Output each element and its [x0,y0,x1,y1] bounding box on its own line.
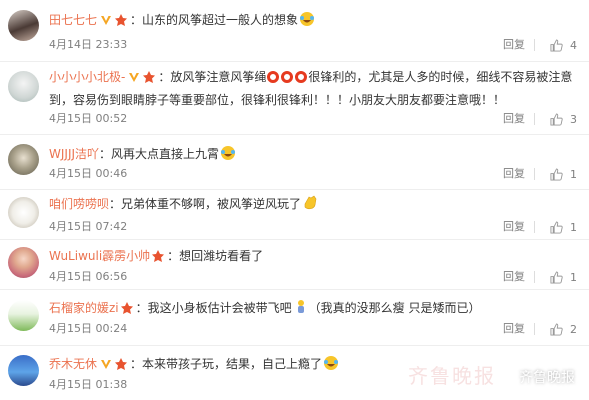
avatar[interactable] [8,247,39,278]
comment-item: 石榴家的媛zi ：我这小身板估计会被带飞吧 （我真的没那么瘦 只是矮而已） 4月15… [0,290,589,346]
thumbs-up-icon [550,112,563,126]
like-count: 1 [570,220,577,234]
laugh-cry-emoji-icon [221,146,236,160]
divider [534,113,535,125]
username[interactable]: WuLiwuli霹雳小帅 [49,249,150,263]
comment-text-continued: （我真的没那么瘦 只是矮而已） [308,301,481,315]
watermark: 齐鲁晚报 [408,364,496,388]
comment-date: 4月15日 00:24 [49,322,128,335]
username[interactable]: WJJJJ洁吖 [49,147,99,161]
laugh-cry-emoji-icon [324,356,339,370]
reply-button[interactable]: 回复 [503,166,525,182]
like-button[interactable]: 2 [550,321,577,337]
red-circle-emoji-icon [295,71,308,83]
fan-medal-icon [143,71,156,83]
thumbs-up-icon [550,322,563,336]
username[interactable]: 田七七七 [49,13,97,27]
comment-item: WJJJJ洁吖：风再大点直接上九霄 4月15日 00:46 回复 1 [0,135,589,190]
comment-date: 4月15日 00:52 [49,112,128,125]
vip-badge-icon [101,360,112,369]
username[interactable]: 小小小小北极- [49,70,125,84]
divider [534,39,535,51]
red-circle-emoji-icon [281,71,294,83]
reply-button[interactable]: 回复 [503,269,525,285]
comment-list: 田七七七 ：山东的风筝超过一般人的想象 4月14日 23:33 回复 4 小小小小… [0,0,589,400]
comment-text: 放风筝注意风筝绳 [170,70,267,84]
thumbs-up-icon [550,220,563,234]
wechat-icon [496,370,514,384]
like-button[interactable]: 4 [550,37,577,53]
comment-text: 兄弟体重不够啊，被风筝逆风玩了 [121,197,302,211]
clap-emoji-icon [304,195,317,210]
comment-item: 小小小小北极- ：放风筝注意风筝绳 很锋利的，尤其是人多的时候，细线不容易被注意到，… [0,62,589,135]
like-count: 2 [570,322,577,336]
like-button[interactable]: 1 [550,269,577,285]
divider [534,168,535,180]
like-button[interactable]: 1 [550,219,577,235]
avatar[interactable] [8,355,39,386]
comment-text: 我这小身板估计会被带飞吧 [147,301,292,315]
like-button[interactable]: 1 [550,166,577,182]
avatar[interactable] [8,71,39,102]
reply-button[interactable]: 回复 [503,219,525,235]
comment-text: 本来带孩子玩，结果，自己上瘾了 [142,357,323,371]
avatar[interactable] [8,197,39,228]
reply-button[interactable]: 回复 [503,111,525,127]
comment-item: 咱们唠唠呗：兄弟体重不够啊，被风筝逆风玩了 4月15日 07:42 回复 1 [0,190,589,240]
like-count: 3 [570,112,577,126]
fan-medal-icon [115,14,128,26]
vip-badge-icon [101,16,112,25]
comment-date: 4月14日 23:33 [49,38,128,51]
thumbs-up-icon [550,38,563,52]
comment-item: WuLiwuli霹雳小帅 ：想回潍坊看看了 4月15日 06:56 回复 1 [0,240,589,290]
fan-medal-icon [152,250,165,262]
divider [534,221,535,233]
fan-medal-icon [120,302,133,314]
comment-date: 4月15日 06:56 [49,270,128,283]
avatar[interactable] [8,144,39,175]
thumbs-up-icon [550,167,563,181]
comment-date: 4月15日 01:38 [49,378,128,391]
like-count: 1 [570,167,577,181]
brand-logo: 齐鲁晚报 [496,367,575,387]
username[interactable]: 石榴家的媛zi [49,301,119,315]
like-button[interactable]: 3 [550,111,577,127]
divider [534,323,535,335]
comment-text: 山东的风筝超过一般人的想象 [142,13,299,27]
avatar[interactable] [8,300,39,331]
comment-text: 想回潍坊看看了 [179,249,264,263]
brand-name: 齐鲁晚报 [519,370,575,386]
comment-item: 田七七七 ：山东的风筝超过一般人的想象 4月14日 23:33 回复 4 [0,0,589,62]
thumbs-up-icon [550,270,563,284]
laugh-cry-emoji-icon [300,12,315,26]
reply-button[interactable]: 回复 [503,321,525,337]
comment-date: 4月15日 00:46 [49,167,128,180]
fan-medal-icon [115,358,128,370]
comment-text: 风再大点直接上九霄 [111,147,220,161]
username[interactable]: 乔木无休 [49,357,97,371]
avatar[interactable] [8,10,39,41]
divider [534,271,535,283]
username[interactable]: 咱们唠唠呗 [49,197,109,211]
vip-badge-icon [129,73,140,82]
like-count: 1 [570,270,577,284]
like-count: 4 [570,38,577,52]
running-emoji-icon [297,300,304,313]
comment-date: 4月15日 07:42 [49,220,128,233]
red-circle-emoji-icon [267,71,280,83]
reply-button[interactable]: 回复 [503,37,525,53]
